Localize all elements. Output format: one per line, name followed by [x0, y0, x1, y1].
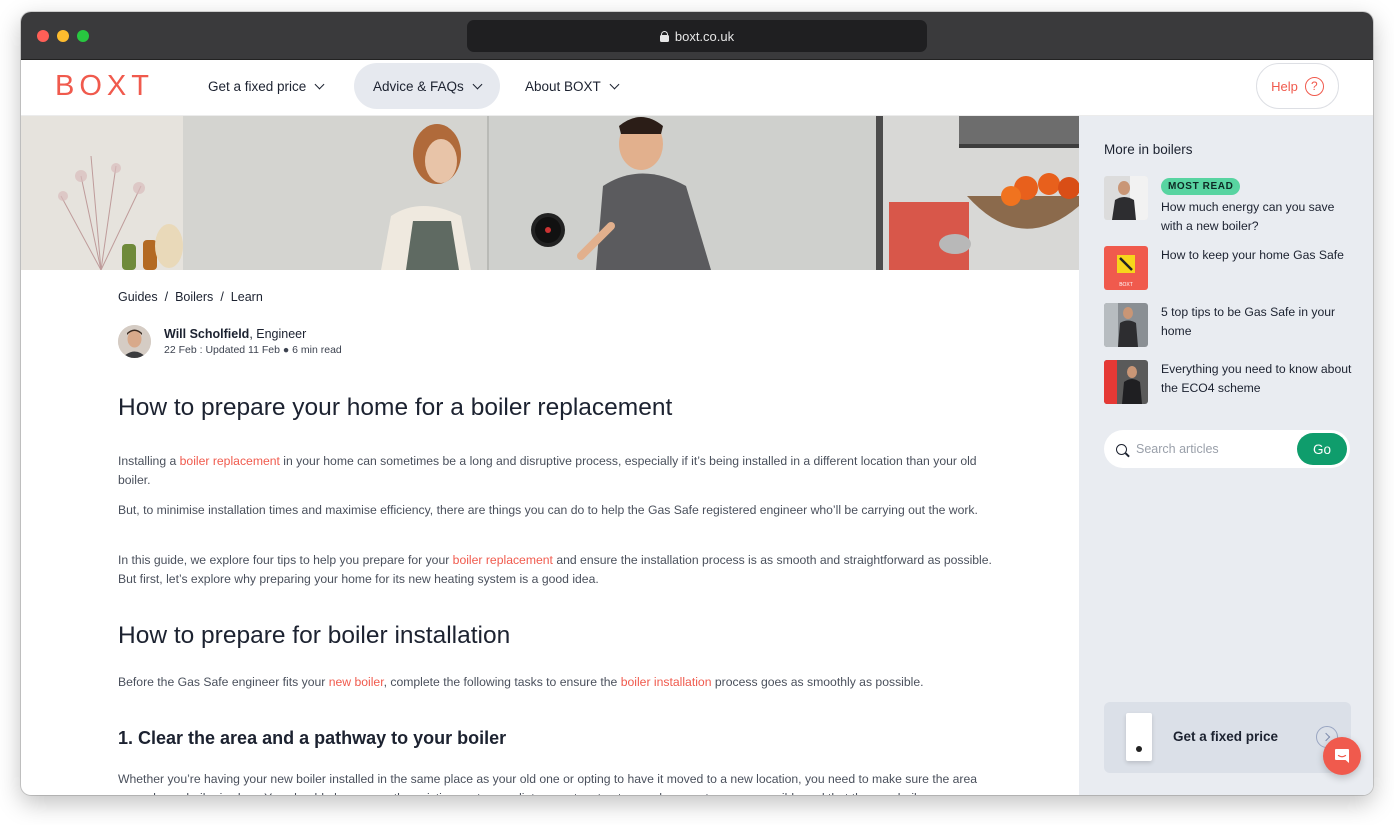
chevron-down-icon: [314, 79, 325, 89]
site-header: BOXT Get a fixed price Advice & FAQs Abo…: [21, 60, 1373, 116]
fixed-price-card[interactable]: Get a fixed price: [1104, 702, 1351, 773]
link-boiler-replacement[interactable]: boiler replacement: [453, 553, 553, 567]
fixed-price-label: Get a fixed price: [1173, 729, 1279, 744]
hero-image: [21, 116, 1079, 270]
maximize-window-icon[interactable]: [77, 30, 89, 42]
nav-item-label: Advice & FAQs: [373, 78, 464, 94]
paragraph-5: Whether you’re having your new boiler in…: [118, 772, 978, 795]
breadcrumb-separator: /: [220, 290, 224, 304]
nav-advice-faqs[interactable]: Advice & FAQs: [354, 63, 500, 109]
boiler-image: [1126, 713, 1152, 761]
breadcrumb-boilers[interactable]: Boilers: [175, 290, 213, 304]
sidebar: More in boilers MOST READ How much energ…: [1079, 116, 1373, 795]
paragraph-intro: Installing a boiler replacement in your …: [118, 454, 977, 487]
nav-get-fixed-price[interactable]: Get a fixed price: [189, 63, 342, 109]
paragraph-4: Before the Gas Safe engineer fits your n…: [118, 675, 924, 689]
search-input[interactable]: [1136, 442, 1286, 456]
chevron-down-icon: [472, 79, 483, 89]
breadcrumb-learn[interactable]: Learn: [231, 290, 263, 304]
author-avatar: [118, 325, 151, 358]
nav-item-label: Get a fixed price: [208, 78, 307, 94]
sidebar-article-title: How much energy can you save with a new …: [1161, 200, 1335, 233]
help-button[interactable]: Help ?: [1256, 63, 1339, 109]
boxt-logo[interactable]: BOXT: [55, 70, 154, 103]
chat-icon: [1335, 749, 1349, 763]
paragraph-2: But, to minimise installation times and …: [118, 503, 978, 517]
article-thumbnail: [1104, 176, 1148, 220]
sidebar-article-title: Everything you need to know about the EC…: [1161, 362, 1352, 395]
article-thumbnail: BOXT: [1104, 246, 1148, 290]
close-window-icon[interactable]: [37, 30, 49, 42]
url-text: boxt.co.uk: [674, 28, 735, 44]
nav-about-boxt[interactable]: About BOXT: [506, 63, 637, 109]
question-circle-icon: ?: [1304, 76, 1324, 96]
browser-window: boxt.co.uk BOXT Get a fixed price Advice…: [21, 12, 1373, 795]
article-title: How to prepare your home for a boiler re…: [118, 394, 673, 421]
section-heading: How to prepare for boiler installation: [118, 622, 511, 649]
address-bar[interactable]: boxt.co.uk: [467, 20, 927, 52]
svg-text:BOXT: BOXT: [1119, 282, 1133, 288]
sidebar-article[interactable]: BOXT How to keep your home Gas Safe: [1104, 246, 1355, 290]
go-button[interactable]: Go: [1297, 433, 1347, 465]
article-thumbnail: [1104, 303, 1148, 347]
article-meta: 22 Feb : Updated 11 Feb ● 6 min read: [164, 344, 342, 356]
sidebar-article-title: How to keep your home Gas Safe: [1161, 248, 1344, 262]
sidebar-article[interactable]: Everything you need to know about the EC…: [1104, 360, 1355, 404]
chevron-down-icon: [609, 79, 620, 89]
nav-item-label: About BOXT: [525, 78, 601, 94]
subsection-heading: 1. Clear the area and a pathway to your …: [118, 728, 507, 748]
link-new-boiler[interactable]: new boiler: [329, 675, 384, 689]
paragraph-3: In this guide, we explore four tips to h…: [118, 553, 992, 586]
article-thumbnail: [1104, 360, 1148, 404]
minimize-window-icon[interactable]: [57, 30, 69, 42]
sidebar-article[interactable]: MOST READ How much energy can you save w…: [1104, 176, 1355, 236]
sidebar-title: More in boilers: [1104, 142, 1193, 157]
help-label: Help: [1271, 78, 1298, 94]
link-boiler-replacement[interactable]: boiler replacement: [180, 454, 280, 468]
search-icon: [1116, 443, 1127, 455]
lock-icon: [659, 30, 669, 42]
hero-illustration: [21, 116, 1079, 270]
author-name: Will Scholfield, Engineer: [164, 327, 307, 341]
article-search: Go: [1104, 430, 1350, 468]
breadcrumb-separator: /: [164, 290, 169, 304]
author-byline: Will Scholfield, Engineer 22 Feb : Updat…: [118, 325, 342, 358]
browser-titlebar: boxt.co.uk: [21, 12, 1373, 60]
breadcrumb: Guides / Boilers / Learn: [118, 290, 263, 304]
link-boiler-installation[interactable]: boiler installation: [621, 675, 712, 689]
sidebar-article[interactable]: 5 top tips to be Gas Safe in your home: [1104, 303, 1355, 347]
chat-launcher[interactable]: [1323, 737, 1361, 775]
most-read-badge: MOST READ: [1161, 178, 1241, 195]
sidebar-article-title: 5 top tips to be Gas Safe in your home: [1161, 305, 1336, 338]
breadcrumb-guides[interactable]: Guides: [118, 290, 158, 304]
